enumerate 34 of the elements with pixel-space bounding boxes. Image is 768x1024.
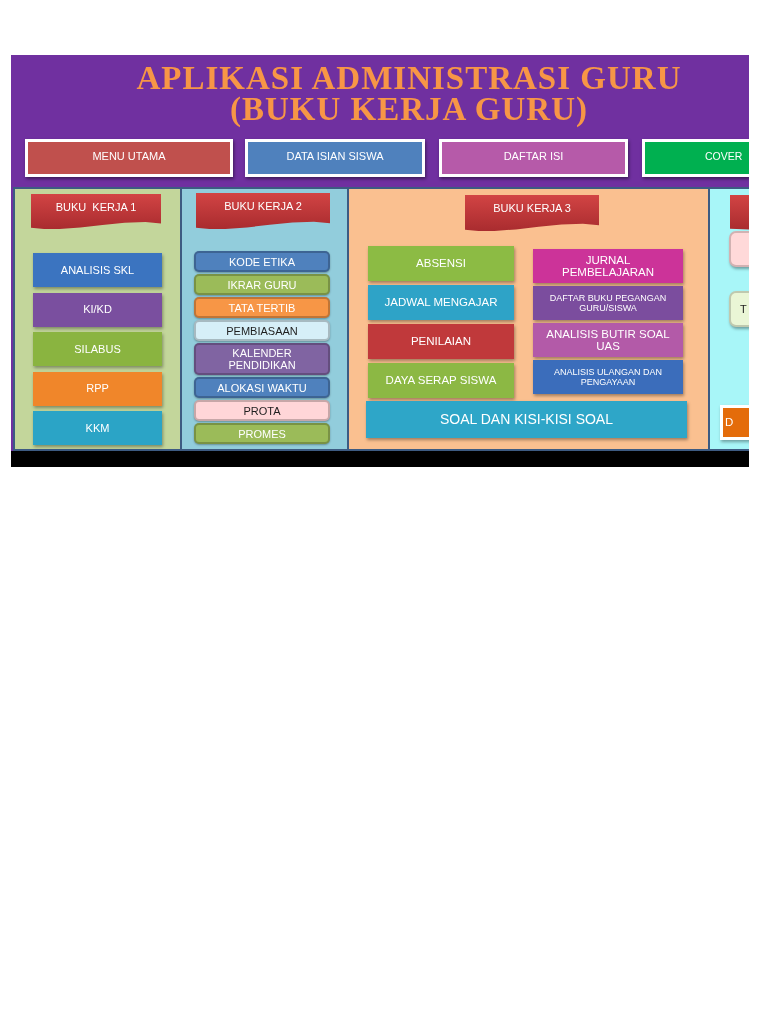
menu-button[interactable]: PROTA bbox=[194, 400, 330, 421]
menu-button[interactable]: T bbox=[729, 291, 749, 327]
menu-button[interactable]: ALOKASI WAKTU bbox=[194, 377, 330, 398]
menu-button[interactable]: DAFTAR BUKU PEGANGAN GURU/SISWA bbox=[533, 286, 683, 320]
menu-button[interactable]: KALENDER PENDIDIKAN bbox=[194, 343, 330, 375]
app-title: APLIKASI ADMINISTRASI GURU (BUKU KERJA GURU) bbox=[136, 63, 682, 125]
menu-button[interactable]: DAYA SERAP SISWA bbox=[368, 363, 514, 398]
menu-button[interactable]: SOAL DAN KISI-KISI SOAL bbox=[366, 401, 687, 438]
menu-button[interactable]: DATA ISIAN SISWA bbox=[245, 139, 425, 177]
section-banner bbox=[730, 195, 749, 231]
menu-button[interactable]: ABSENSI bbox=[368, 246, 514, 281]
menu-button[interactable]: MENU UTAMA bbox=[25, 139, 233, 177]
menu-button[interactable]: PROMES bbox=[194, 423, 330, 444]
menu-button[interactable]: PEMBIASAAN bbox=[194, 320, 330, 341]
menu-button[interactable]: PENILAIAN bbox=[368, 324, 514, 359]
menu-button[interactable]: ANALISIS ULANGAN DAN PENGAYAAN bbox=[533, 360, 683, 394]
menu-button[interactable]: KI/KD bbox=[33, 292, 162, 327]
menu-button[interactable]: IKRAR GURU bbox=[194, 274, 330, 295]
menu-button[interactable]: ANALISIS SKL bbox=[33, 253, 162, 287]
section-banner: BUKU KERJA 2 bbox=[196, 193, 330, 230]
menu-button[interactable]: SILABUS bbox=[33, 332, 162, 366]
menu-button[interactable]: D bbox=[720, 405, 749, 440]
menu-button[interactable]: TATA TERTIB bbox=[194, 297, 330, 318]
menu-button[interactable]: ANALISIS BUTIR SOAL UAS bbox=[533, 323, 683, 357]
menu-button[interactable]: JURNAL PEMBELAJARAN bbox=[533, 249, 683, 283]
menu-button[interactable]: RPP bbox=[33, 371, 162, 406]
section-banner: BUKU KERJA 3 bbox=[465, 195, 599, 232]
section-banner: BUKU KERJA 1 bbox=[31, 194, 161, 230]
menu-button[interactable]: JADWAL MENGAJAR bbox=[368, 285, 514, 320]
menu-button[interactable]: KKM bbox=[33, 411, 162, 445]
menu-button[interactable]: COVER bbox=[642, 139, 749, 177]
menu-button[interactable] bbox=[729, 231, 749, 267]
menu-button[interactable]: KODE ETIKA bbox=[194, 251, 330, 272]
menu-button[interactable]: DAFTAR ISI bbox=[439, 139, 628, 177]
